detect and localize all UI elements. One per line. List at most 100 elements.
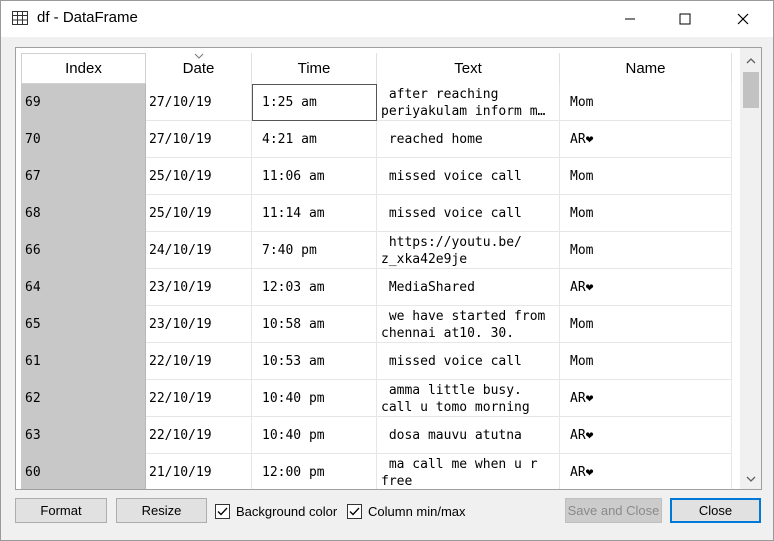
date-cell[interactable]: 22/10/19 bbox=[146, 343, 252, 380]
table-row[interactable]: 64 23/10/19 12:03 am MediaShared AR❤ bbox=[21, 269, 732, 306]
minimize-icon bbox=[625, 18, 635, 20]
save-and-close-button[interactable]: Save and Close bbox=[565, 498, 662, 523]
table-row[interactable]: 63 22/10/19 10:40 pm dosa mauvu atutna A… bbox=[21, 417, 732, 454]
index-cell[interactable]: 66 bbox=[21, 232, 146, 269]
name-cell[interactable]: AR❤ bbox=[560, 417, 732, 454]
table-row[interactable]: 60 21/10/19 12:00 pm ma call me when u r… bbox=[21, 454, 732, 489]
column-header-label: Date bbox=[182, 60, 215, 77]
column-header-name[interactable]: Name bbox=[560, 53, 732, 84]
name-cell[interactable]: Mom bbox=[560, 306, 732, 343]
table-grid-icon bbox=[12, 11, 28, 25]
column-header-text[interactable]: Text bbox=[377, 53, 560, 84]
column-header-time[interactable]: Time bbox=[252, 53, 377, 84]
close-button[interactable]: Close bbox=[670, 498, 761, 523]
time-cell[interactable]: 11:14 am bbox=[252, 195, 377, 232]
text-cell[interactable]: missed voice call bbox=[377, 158, 560, 195]
time-cell[interactable]: 10:40 pm bbox=[252, 380, 377, 417]
time-cell[interactable]: 12:00 pm bbox=[252, 454, 377, 489]
date-cell[interactable]: 27/10/19 bbox=[146, 84, 252, 121]
column-header-label: Text bbox=[454, 60, 482, 77]
text-cell[interactable]: MediaShared bbox=[377, 269, 560, 306]
button-bar: Format Resize Background color Column mi… bbox=[1, 497, 773, 525]
date-cell[interactable]: 22/10/19 bbox=[146, 380, 252, 417]
table-body: 69 27/10/19 1:25 am after reaching periy… bbox=[21, 84, 732, 489]
table-row[interactable]: 61 22/10/19 10:53 am missed voice call M… bbox=[21, 343, 732, 380]
time-cell[interactable]: 7:40 pm bbox=[252, 232, 377, 269]
time-cell[interactable]: 12:03 am bbox=[252, 269, 377, 306]
table-row[interactable]: 66 24/10/19 7:40 pm https://youtu.be/ z_… bbox=[21, 232, 732, 269]
checkbox-box[interactable] bbox=[215, 503, 230, 519]
index-cell[interactable]: 64 bbox=[21, 269, 146, 306]
table-row[interactable]: 69 27/10/19 1:25 am after reaching periy… bbox=[21, 84, 732, 121]
table-row[interactable]: 67 25/10/19 11:06 am missed voice call M… bbox=[21, 158, 732, 195]
text-cell[interactable]: after reaching periyakulam inform m… bbox=[377, 84, 560, 121]
text-cell[interactable]: https://youtu.be/ z_xka42e9je bbox=[377, 232, 560, 269]
minimize-button[interactable] bbox=[607, 1, 653, 37]
index-cell[interactable]: 69 bbox=[21, 84, 146, 121]
date-cell[interactable]: 27/10/19 bbox=[146, 121, 252, 158]
table-row[interactable]: 68 25/10/19 11:14 am missed voice call M… bbox=[21, 195, 732, 232]
column-header-label: Index bbox=[65, 60, 102, 77]
name-cell[interactable]: AR❤ bbox=[560, 269, 732, 306]
time-cell[interactable]: 10:40 pm bbox=[252, 417, 377, 454]
table-row[interactable]: 62 22/10/19 10:40 pm amma little busy. c… bbox=[21, 380, 732, 417]
scroll-down-button[interactable] bbox=[740, 470, 761, 488]
maximize-button[interactable] bbox=[662, 1, 708, 37]
name-cell[interactable]: AR❤ bbox=[560, 454, 732, 489]
date-cell[interactable]: 25/10/19 bbox=[146, 158, 252, 195]
background-color-checkbox[interactable]: Background color bbox=[215, 502, 337, 520]
column-minmax-checkbox[interactable]: Column min/max bbox=[347, 502, 466, 520]
name-cell[interactable]: Mom bbox=[560, 232, 732, 269]
name-cell[interactable]: AR❤ bbox=[560, 380, 732, 417]
close-window-button[interactable] bbox=[720, 1, 766, 37]
time-cell[interactable]: 11:06 am bbox=[252, 158, 377, 195]
time-cell[interactable]: 1:25 am bbox=[252, 84, 377, 121]
name-cell[interactable]: AR❤ bbox=[560, 121, 732, 158]
index-cell[interactable]: 68 bbox=[21, 195, 146, 232]
date-cell[interactable]: 23/10/19 bbox=[146, 306, 252, 343]
date-cell[interactable]: 25/10/19 bbox=[146, 195, 252, 232]
title-bar[interactable]: df - DataFrame bbox=[1, 1, 773, 37]
dataframe-table[interactable]: Index Date Time Text Name 69 27/10/19 1:… bbox=[15, 47, 762, 490]
column-header-date[interactable]: Date bbox=[146, 53, 252, 84]
table-row[interactable]: 70 27/10/19 4:21 am reached home AR❤ bbox=[21, 121, 732, 158]
index-cell[interactable]: 60 bbox=[21, 454, 146, 489]
date-cell[interactable]: 23/10/19 bbox=[146, 269, 252, 306]
vertical-scrollbar[interactable] bbox=[740, 48, 761, 489]
time-cell[interactable]: 4:21 am bbox=[252, 121, 377, 158]
text-cell[interactable]: missed voice call bbox=[377, 343, 560, 380]
date-cell[interactable]: 24/10/19 bbox=[146, 232, 252, 269]
checkbox-box[interactable] bbox=[347, 503, 362, 519]
text-cell[interactable]: missed voice call bbox=[377, 195, 560, 232]
name-cell[interactable]: Mom bbox=[560, 343, 732, 380]
table-row[interactable]: 65 23/10/19 10:58 am we have started fro… bbox=[21, 306, 732, 343]
column-header-index[interactable]: Index bbox=[21, 53, 146, 84]
text-cell[interactable]: we have started from chennai at10. 30. bbox=[377, 306, 560, 343]
index-cell[interactable]: 67 bbox=[21, 158, 146, 195]
scroll-up-button[interactable] bbox=[740, 52, 761, 70]
checkmark-icon bbox=[349, 507, 360, 515]
scrollbar-thumb[interactable] bbox=[743, 72, 759, 108]
name-cell[interactable]: Mom bbox=[560, 195, 732, 232]
name-cell[interactable]: Mom bbox=[560, 84, 732, 121]
index-cell[interactable]: 70 bbox=[21, 121, 146, 158]
date-cell[interactable]: 22/10/19 bbox=[146, 417, 252, 454]
time-cell[interactable]: 10:58 am bbox=[252, 306, 377, 343]
time-cell[interactable]: 10:53 am bbox=[252, 343, 377, 380]
maximize-icon bbox=[679, 13, 691, 25]
index-cell[interactable]: 65 bbox=[21, 306, 146, 343]
index-cell[interactable]: 61 bbox=[21, 343, 146, 380]
text-cell[interactable]: reached home bbox=[377, 121, 560, 158]
name-cell[interactable]: Mom bbox=[560, 158, 732, 195]
text-cell[interactable]: ma call me when u r free bbox=[377, 454, 560, 489]
text-cell[interactable]: amma little busy. call u tomo morning bbox=[377, 380, 560, 417]
index-cell[interactable]: 62 bbox=[21, 380, 146, 417]
chevron-up-icon bbox=[746, 58, 756, 64]
resize-button[interactable]: Resize bbox=[116, 498, 207, 523]
date-cell[interactable]: 21/10/19 bbox=[146, 454, 252, 489]
checkmark-icon bbox=[217, 507, 228, 515]
chevron-down-icon bbox=[746, 476, 756, 482]
format-button[interactable]: Format bbox=[15, 498, 107, 523]
text-cell[interactable]: dosa mauvu atutna bbox=[377, 417, 560, 454]
index-cell[interactable]: 63 bbox=[21, 417, 146, 454]
